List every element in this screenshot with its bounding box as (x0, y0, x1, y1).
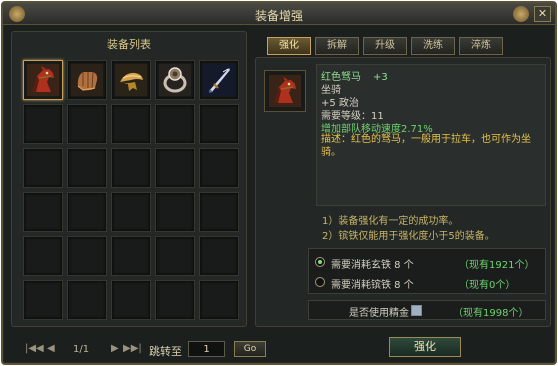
selected-item-slot (264, 70, 306, 112)
cost-row-bintie[interactable]: 需要消耗镔铁 8 个 （现有0个） (315, 275, 543, 291)
red-horse-icon (269, 75, 301, 107)
next-page-button[interactable]: ▶ (111, 343, 119, 354)
jump-to-label: 跳转至 (149, 345, 182, 358)
enhance-detail-panel: 红色驽马 +3 坐骑 +5 政治 需要等级：11 增加部队移动速度2.71% 描述… (255, 57, 551, 327)
cost-label: 需要消耗镔铁 8 个 (331, 280, 414, 291)
empty-equipment-slot[interactable] (199, 192, 239, 232)
empty-equipment-slot[interactable] (67, 104, 107, 144)
equipment-enhance-window: 装备增强 ✕ 装备列表 强化 拆解 升级 洗练 淬炼 红色驽马 +3 坐骑 +5… (1, 1, 557, 365)
headband-icon (115, 64, 147, 96)
empty-equipment-slot[interactable] (111, 104, 151, 144)
use-refined-gold-label: 是否使用精金 (349, 308, 409, 319)
empty-equipment-slot[interactable] (155, 280, 195, 320)
empty-equipment-slot[interactable] (23, 148, 63, 188)
window-title: 装备增强 (254, 9, 303, 23)
jump-page-input[interactable] (188, 341, 225, 357)
last-page-button[interactable]: ▶▶| (123, 343, 142, 354)
tab-4[interactable]: 淬炼 (459, 37, 503, 55)
note-line: 1）装备强化有一定的成功率。 (322, 216, 459, 227)
item-description: 描述：红色的驽马，一般用于拉车，也可作为坐骑。 (321, 134, 531, 158)
empty-equipment-slot[interactable] (111, 236, 151, 276)
empty-equipment-slot[interactable] (155, 192, 195, 232)
equipment-slot[interactable] (67, 60, 107, 100)
empty-equipment-slot[interactable] (199, 104, 239, 144)
title-bar[interactable]: 装备增强 ✕ (3, 3, 555, 25)
equipment-slot-grid (23, 60, 239, 320)
empty-equipment-slot[interactable] (155, 104, 195, 144)
empty-equipment-slot[interactable] (155, 236, 195, 276)
note-line: 2）镔铁仅能用于强化度小于5的装备。 (322, 231, 495, 242)
ring-icon (159, 64, 191, 96)
equipment-slot[interactable] (111, 60, 151, 100)
equipment-list-header: 装备列表 (107, 38, 151, 51)
empty-equipment-slot[interactable] (23, 280, 63, 320)
tab-0[interactable]: 强化 (267, 37, 311, 55)
material-cost-box: 需要消耗玄铁 8 个 （现有1921个） 需要消耗镔铁 8 个 （现有0个） (308, 248, 546, 294)
blade-icon (203, 64, 235, 96)
owned-count: （现有0个） (459, 280, 516, 291)
red-horse-icon (27, 64, 59, 96)
tab-1[interactable]: 拆解 (315, 37, 359, 55)
material-radio[interactable] (315, 277, 325, 287)
empty-equipment-slot[interactable] (67, 148, 107, 188)
empty-equipment-slot[interactable] (199, 236, 239, 276)
owned-count: （现有1921个） (459, 260, 535, 271)
empty-equipment-slot[interactable] (67, 236, 107, 276)
empty-equipment-slot[interactable] (23, 192, 63, 232)
prev-page-button[interactable]: ◀ (47, 343, 55, 354)
empty-equipment-slot[interactable] (199, 148, 239, 188)
refined-gold-owned: （现有1998个） (453, 308, 529, 319)
title-ornament-icon (513, 6, 529, 22)
empty-equipment-slot[interactable] (111, 280, 151, 320)
enhance-notes: 1）装备强化有一定的成功率。 2）镔铁仅能用于强化度小于5的装备。 (322, 212, 495, 242)
tab-3[interactable]: 洗练 (411, 37, 455, 55)
tab-2[interactable]: 升级 (363, 37, 407, 55)
first-page-button[interactable]: |◀◀ (25, 343, 44, 354)
empty-equipment-slot[interactable] (23, 236, 63, 276)
item-enhance-level: +3 (373, 72, 388, 83)
cost-row-xuantie[interactable]: 需要消耗玄铁 8 个 （现有1921个） (315, 255, 543, 271)
equipment-slot[interactable] (155, 60, 195, 100)
empty-equipment-slot[interactable] (155, 148, 195, 188)
empty-equipment-slot[interactable] (111, 192, 151, 232)
empty-equipment-slot[interactable] (67, 280, 107, 320)
item-detail-box: 红色驽马 +3 坐骑 +5 政治 需要等级：11 增加部队移动速度2.71% 描述… (316, 64, 546, 206)
close-button[interactable]: ✕ (534, 6, 551, 22)
equipment-slot[interactable] (23, 60, 63, 100)
empty-equipment-slot[interactable] (67, 192, 107, 232)
page-indicator: 1/1 (73, 344, 90, 355)
pager: |◀◀ ◀ 1/1 ▶ ▶▶| 跳转至 Go (25, 341, 275, 361)
equipment-list-panel: 装备列表 (11, 31, 247, 327)
gauntlet-icon (71, 64, 103, 96)
empty-equipment-slot[interactable] (23, 104, 63, 144)
empty-equipment-slot[interactable] (199, 280, 239, 320)
go-button[interactable]: Go (234, 341, 266, 357)
material-radio[interactable] (315, 257, 325, 267)
use-refined-gold-checkbox[interactable] (411, 305, 422, 316)
equipment-slot[interactable] (199, 60, 239, 100)
empty-equipment-slot[interactable] (111, 148, 151, 188)
use-refined-gold-row: 是否使用精金 （现有1998个） (308, 300, 546, 320)
enhance-button[interactable]: 强化 (389, 337, 461, 357)
cost-label: 需要消耗玄铁 8 个 (331, 260, 414, 271)
